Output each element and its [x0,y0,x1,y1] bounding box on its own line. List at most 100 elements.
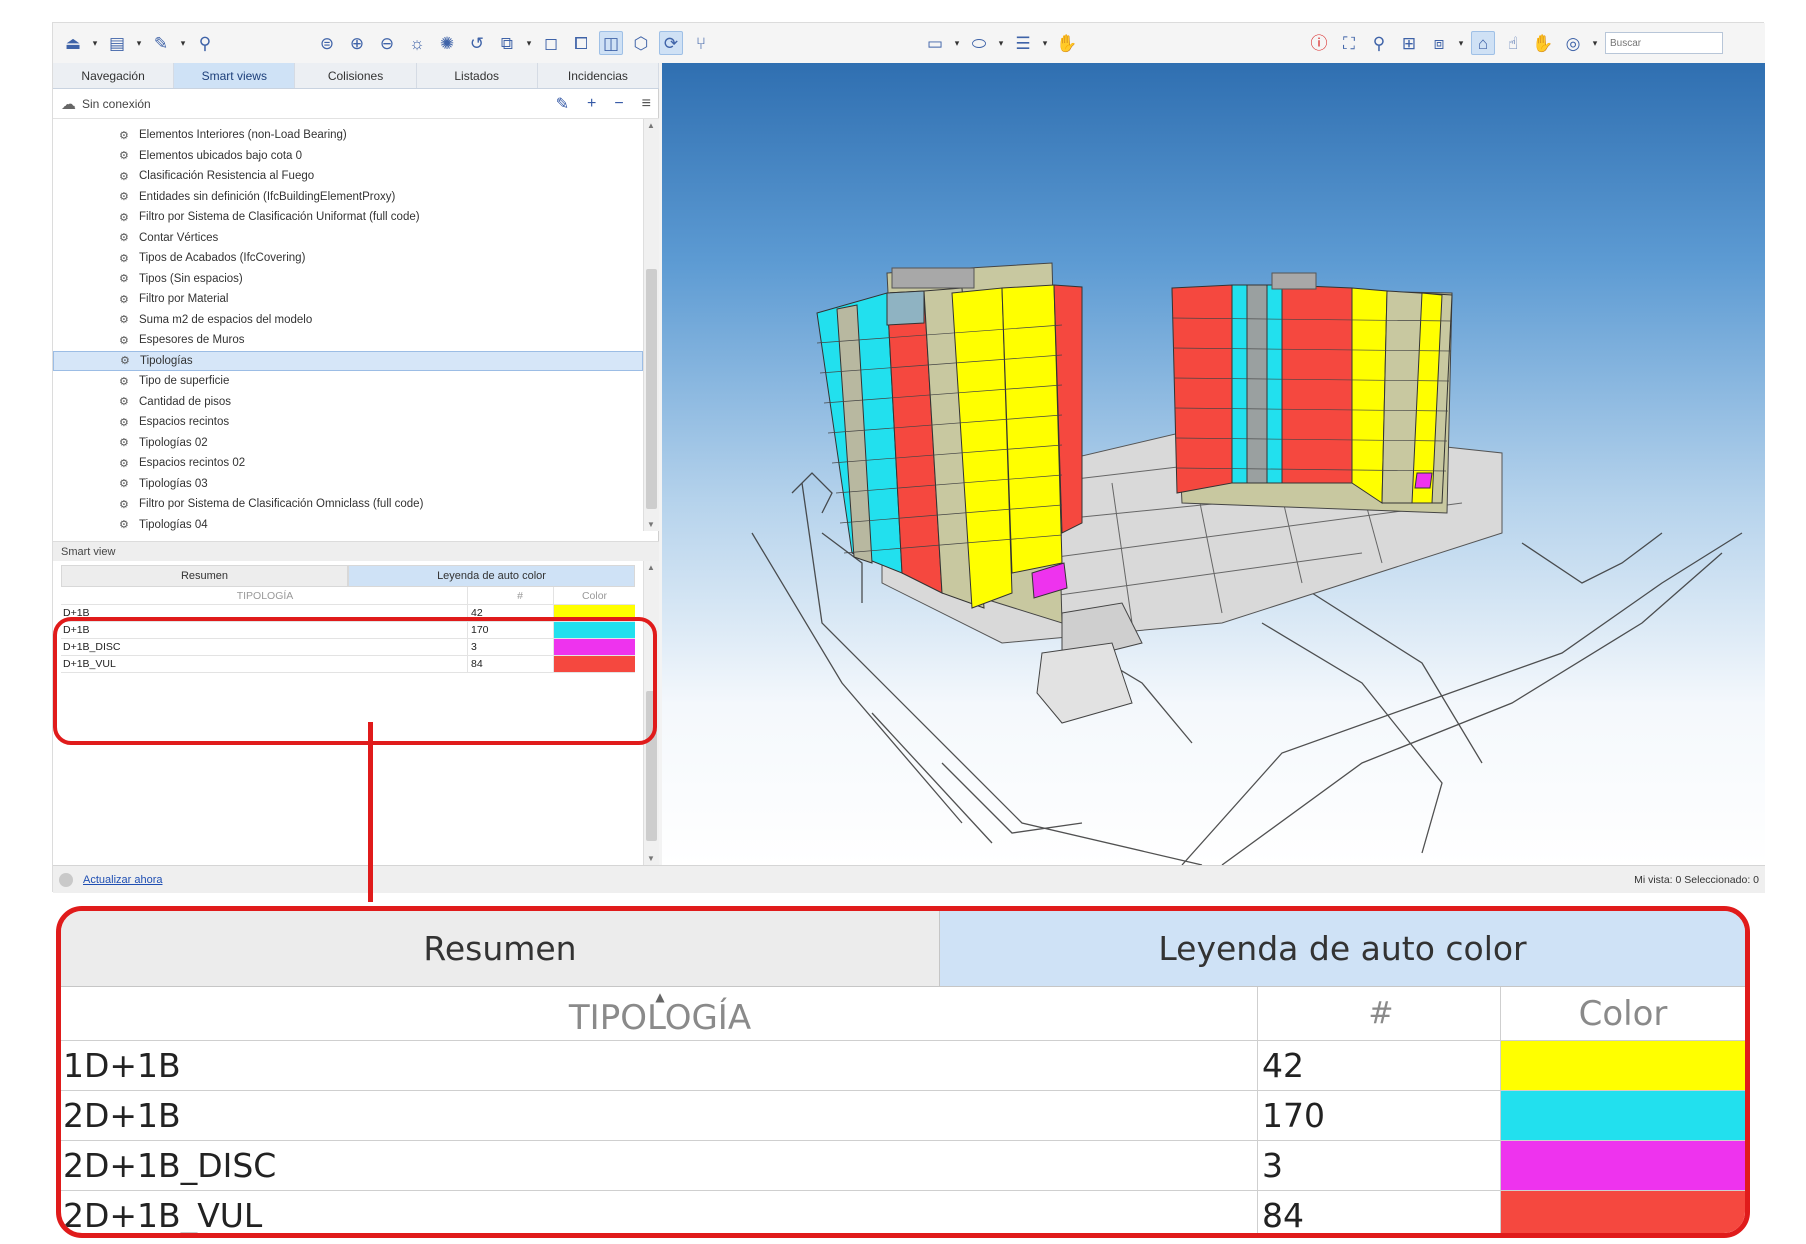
column-header-count[interactable]: # [467,587,553,604]
section-icon[interactable]: ◫ [599,31,623,55]
column-header-color[interactable]: Color [1500,987,1745,1040]
measure-icon[interactable]: ✎ [149,31,173,55]
add-icon[interactable]: + [587,95,596,113]
column-header-tipologia[interactable]: ▲ TIPOLOGÍA [61,987,1257,1040]
copy-icon[interactable]: ⧠ [569,31,593,55]
table-row[interactable]: D+1B 42 [61,605,635,622]
dropdown-arrow-icon[interactable]: ▾ [91,38,99,49]
table-row[interactable]: D+1B_DISC 3 [61,639,635,656]
dropdown-arrow-icon[interactable]: ▾ [1457,38,1465,49]
tab-colisiones[interactable]: Colisiones [295,63,417,88]
undo-icon[interactable]: ↺ [465,31,489,55]
tree-item[interactable]: ⚙ Filtro por Sistema de Clasificación Uni… [53,207,643,228]
tree-item-label: Filtro por Material [139,293,229,306]
table-row[interactable]: D+1B 170 [61,622,635,639]
pointer-icon[interactable]: ☝ [1501,31,1525,55]
tree-item[interactable]: ⚙ Filtro por Material [53,289,643,310]
fork-icon[interactable]: ⑂ [689,31,713,55]
link-icon[interactable]: ⚲ [193,31,217,55]
dropdown-arrow-icon[interactable]: ▾ [997,38,1005,49]
tab-navegacion[interactable]: Navegación [53,63,175,88]
tree-item[interactable]: ⚙ Espacios recintos [53,412,643,433]
search-input[interactable] [1605,32,1723,54]
scroll-up-icon[interactable]: ▲ [647,563,655,572]
table-row[interactable]: D+1B_VUL 84 [61,656,635,673]
tree-item[interactable]: ⚙ Tipologías 04 [53,515,643,531]
menu-icon[interactable]: ≡ [642,95,651,113]
hide-icon[interactable]: ☼ [405,31,429,55]
fit-view-icon[interactable]: ⛶ [1337,31,1361,55]
scroll-down-icon[interactable]: ▼ [647,520,655,529]
tree-item[interactable]: ⚙ Suma m2 de espacios del modelo [53,310,643,331]
remove-selection-icon[interactable]: ⊖ [375,31,399,55]
smart-view-rule-icon: ⚙ [119,129,129,142]
zoom-selection-icon[interactable]: ⊞ [1397,31,1421,55]
open-model-icon[interactable]: ⏏ [61,31,85,55]
edit-icon[interactable]: ✎ [556,94,569,114]
tree-item[interactable]: ⚙ Tipo de superficie [53,371,643,392]
dropdown-arrow-icon[interactable]: ▾ [953,38,961,49]
tab-leyenda-auto-color[interactable]: Leyenda de auto color [348,565,635,587]
tree-item[interactable]: ⚙ Tipologías 02 [53,433,643,454]
tree-item[interactable]: ⚙ Entidades sin definición (IfcBuildingEl… [53,187,643,208]
tree-item[interactable]: ⚙ Cantidad de pisos [53,392,643,413]
dropdown-arrow-icon[interactable]: ▾ [1041,38,1049,49]
alert-icon[interactable]: ⓘ [1307,31,1331,55]
select-all-icon[interactable]: ⊜ [315,31,339,55]
tree-item[interactable]: ⚙ Espesores de Muros [53,330,643,351]
eye-icon[interactable]: ◎ [1561,31,1585,55]
column-header-tipologia[interactable]: TIPOLOGÍA [61,587,467,604]
tab-leyenda-auto-color-zoomed[interactable]: Leyenda de auto color [940,911,1745,986]
legend-row[interactable]: 2D+1B 170 [61,1091,1745,1141]
legend-row[interactable]: 1D+1B 42 [61,1041,1745,1091]
dropdown-arrow-icon[interactable]: ▾ [1591,38,1599,49]
rotate-icon[interactable]: ⟳ [659,31,683,55]
3d-viewport[interactable] [662,63,1765,865]
dropdown-arrow-icon[interactable]: ▾ [179,38,187,49]
remove-icon[interactable]: − [614,95,623,113]
tree-scroll-thumb[interactable] [646,269,657,509]
tree-item[interactable]: ⚙ Tipos de Acabados (IfcCovering) [53,248,643,269]
shape-icon[interactable]: ⬭ [967,31,991,55]
zoom-icon[interactable]: ⚲ [1367,31,1391,55]
hand-icon[interactable]: ✋ [1055,31,1079,55]
box-icon[interactable]: ◻ [539,31,563,55]
cube-icon[interactable]: ⬡ [629,31,653,55]
color-swatch [553,605,635,621]
dropdown-arrow-icon[interactable]: ▾ [135,38,143,49]
tree-item[interactable]: ⚙ Clasificación Resistencia al Fuego [53,166,643,187]
tree-item[interactable]: ⚙ Elementos Interiores (non-Load Bearing) [53,125,643,146]
smart-view-scrollbar[interactable]: ▲ ▼ [643,561,659,865]
tree-item[interactable]: ⚙ Elementos ubicados bajo cota 0 [53,146,643,167]
properties-icon[interactable]: ▤ [105,31,129,55]
column-header-count[interactable]: # [1257,987,1500,1040]
layers-icon[interactable]: ☰ [1011,31,1035,55]
home-view-icon[interactable]: ⌂ [1471,31,1495,55]
tree-item[interactable]: ⚙ Filtro por Sistema de Clasificación Omn… [53,494,643,515]
dropdown-arrow-icon[interactable]: ▾ [525,38,533,49]
smart-view-scroll-thumb[interactable] [646,691,657,841]
tab-incidencias[interactable]: Incidencias [538,63,660,88]
scroll-down-icon[interactable]: ▼ [647,854,655,863]
isolate-icon[interactable]: ⧉ [495,31,519,55]
tab-resumen-zoomed[interactable]: Resumen [61,911,940,986]
column-header-color[interactable]: Color [553,587,635,604]
update-now-link[interactable]: Actualizar ahora [83,874,163,886]
add-selection-icon[interactable]: ⊕ [345,31,369,55]
tree-item[interactable]: ⚙ Contar Vértices [53,228,643,249]
tree-item[interactable]: ⚙ Espacios recintos 02 [53,453,643,474]
render-mode-icon[interactable]: ▭ [923,31,947,55]
frame-icon[interactable]: ⧈ [1427,31,1451,55]
pan-icon[interactable]: ✋ [1531,31,1555,55]
tree-item[interactable]: ⚙ Tipologías [53,350,643,371]
tab-listados[interactable]: Listados [417,63,538,88]
tab-resumen[interactable]: Resumen [61,565,348,587]
tree-scrollbar[interactable]: ▲ ▼ [643,119,659,531]
tree-item[interactable]: ⚙ Tipologías 03 [53,474,643,495]
tree-item[interactable]: ⚙ Tipos (Sin espacios) [53,269,643,290]
show-icon[interactable]: ✺ [435,31,459,55]
tab-smart-views[interactable]: Smart views [174,63,296,88]
legend-row[interactable]: 2D+1B_DISC 3 [61,1141,1745,1191]
scroll-up-icon[interactable]: ▲ [647,121,655,130]
legend-row[interactable]: 2D+1B_VUL 84 [61,1191,1745,1233]
